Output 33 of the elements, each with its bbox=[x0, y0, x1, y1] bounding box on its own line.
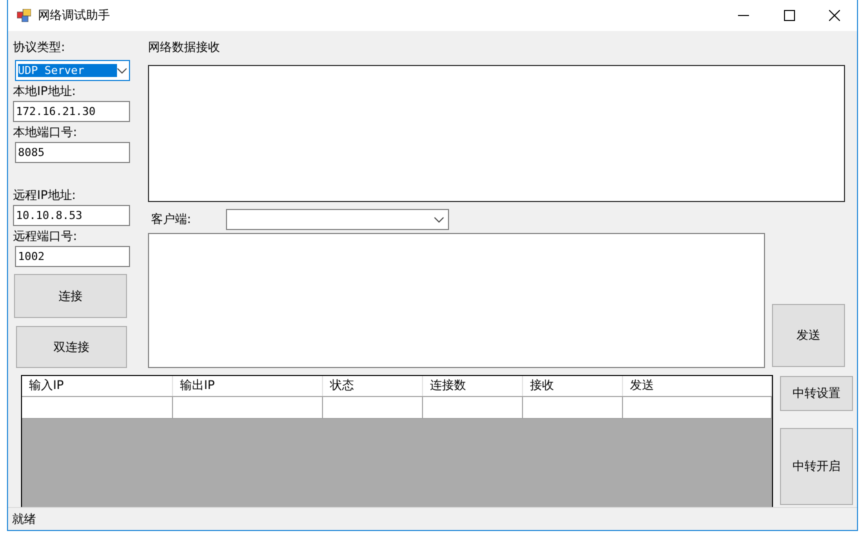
relay-start-button[interactable]: 中转开启 bbox=[780, 428, 853, 505]
column-header[interactable]: 输入IP bbox=[22, 376, 173, 396]
local-ip-label: 本地IP地址: bbox=[13, 84, 77, 99]
column-header[interactable]: 接收 bbox=[523, 376, 623, 396]
minimize-icon bbox=[738, 15, 748, 16]
dual-connect-button[interactable]: 双连接 bbox=[16, 326, 127, 368]
remote-ip-label: 远程IP地址: bbox=[13, 188, 77, 203]
column-header[interactable]: 连接数 bbox=[423, 376, 523, 396]
remote-port-label: 远程端口号: bbox=[13, 229, 78, 244]
maximize-icon bbox=[784, 10, 794, 21]
relay-settings-button[interactable]: 中转设置 bbox=[780, 376, 853, 411]
connect-button[interactable]: 连接 bbox=[14, 274, 127, 318]
receive-label: 网络数据接收 bbox=[148, 40, 221, 55]
protocol-dropdown[interactable]: UDP Server bbox=[15, 60, 130, 81]
remote-ip-field[interactable]: 10.10.8.53 bbox=[13, 205, 130, 226]
column-header[interactable]: 输出IP bbox=[173, 376, 323, 396]
remote-port-field[interactable]: 1002 bbox=[15, 246, 130, 267]
chevron-down-icon bbox=[117, 68, 127, 74]
protocol-label: 协议类型: bbox=[13, 40, 66, 55]
local-port-field[interactable]: 8085 bbox=[15, 142, 130, 163]
column-header[interactable]: 发送 bbox=[623, 376, 772, 396]
client-dropdown[interactable] bbox=[226, 209, 450, 230]
empty-table-row[interactable] bbox=[22, 397, 772, 419]
client-label: 客户端: bbox=[151, 212, 192, 227]
send-button[interactable]: 发送 bbox=[772, 304, 845, 367]
window-title: 网络调试助手 bbox=[38, 7, 111, 24]
close-icon bbox=[829, 10, 840, 21]
local-ip-field[interactable]: 172.16.21.30 bbox=[13, 101, 130, 122]
column-header[interactable]: 状态 bbox=[323, 376, 423, 396]
app-icon bbox=[17, 9, 31, 22]
status-text: 就绪 bbox=[12, 510, 36, 528]
local-port-label: 本地端口号: bbox=[13, 125, 78, 140]
chevron-down-icon bbox=[434, 216, 444, 222]
